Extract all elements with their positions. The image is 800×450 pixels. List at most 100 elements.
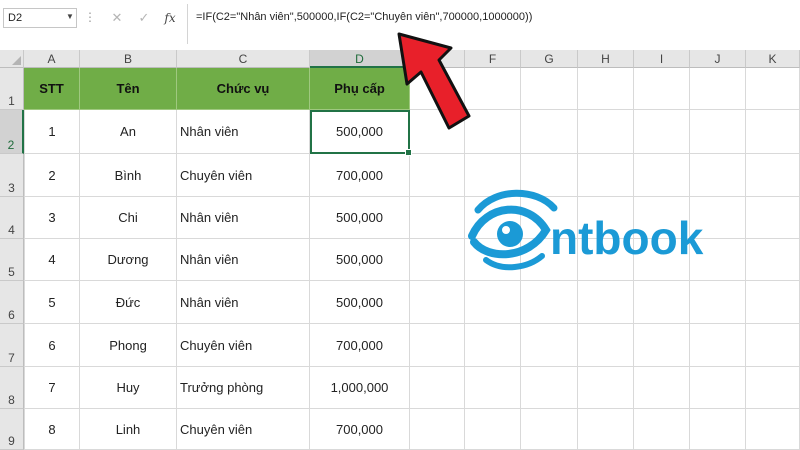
empty-cell[interactable] (410, 197, 465, 239)
cell-phu-cap[interactable]: 700,000 (310, 324, 410, 367)
row-header-3[interactable]: 3 (0, 154, 24, 197)
empty-cell[interactable] (690, 367, 746, 409)
row-header-9[interactable]: 9 (0, 409, 24, 450)
cell-stt[interactable]: 3 (24, 197, 80, 239)
empty-cell[interactable] (578, 324, 634, 367)
column-header-i[interactable]: I (634, 50, 690, 68)
empty-cell[interactable] (410, 324, 465, 367)
cell-ten[interactable]: Đức (80, 281, 177, 324)
empty-cell[interactable] (690, 110, 746, 154)
empty-cell[interactable] (634, 110, 690, 154)
column-header-k[interactable]: K (746, 50, 800, 68)
empty-cell[interactable] (690, 68, 746, 110)
cell-chuc-vu[interactable]: Trưởng phòng (177, 367, 310, 409)
cell-chuc-vu[interactable]: Nhân viên (177, 110, 310, 154)
row-header-4[interactable]: 4 (0, 197, 24, 239)
empty-cell[interactable] (634, 68, 690, 110)
select-all-corner[interactable] (0, 50, 24, 68)
cell-stt[interactable]: 4 (24, 239, 80, 281)
cell-stt[interactable]: 7 (24, 367, 80, 409)
header-chuc-vu[interactable]: Chức vụ (177, 68, 310, 110)
empty-cell[interactable] (410, 409, 465, 450)
close-icon[interactable]: ✕ (107, 8, 127, 28)
row-header-2[interactable]: 2 (0, 110, 24, 154)
empty-cell[interactable] (465, 409, 521, 450)
empty-cell[interactable] (521, 367, 578, 409)
column-header-g[interactable]: G (521, 50, 578, 68)
cell-stt[interactable]: 1 (24, 110, 80, 154)
empty-cell[interactable] (634, 324, 690, 367)
cell-phu-cap[interactable]: 700,000 (310, 409, 410, 450)
cell-chuc-vu[interactable]: Chuyên viên (177, 324, 310, 367)
chevron-down-icon[interactable]: ▼ (66, 8, 76, 26)
empty-cell[interactable] (578, 110, 634, 154)
empty-cell[interactable] (521, 324, 578, 367)
fx-icon[interactable]: fx (160, 8, 180, 28)
cell-ten[interactable]: An (80, 110, 177, 154)
empty-cell[interactable] (578, 367, 634, 409)
cell-phu-cap[interactable]: 1,000,000 (310, 367, 410, 409)
empty-cell[interactable] (634, 281, 690, 324)
empty-cell[interactable] (634, 409, 690, 450)
row-header-8[interactable]: 8 (0, 367, 24, 409)
cell-phu-cap[interactable]: 700,000 (310, 154, 410, 197)
cell-chuc-vu[interactable]: Chuyên viên (177, 409, 310, 450)
cell-chuc-vu[interactable]: Chuyên viên (177, 154, 310, 197)
cell-ten[interactable]: Huy (80, 367, 177, 409)
column-header-c[interactable]: C (177, 50, 310, 68)
cell-ten[interactable]: Chi (80, 197, 177, 239)
cell-chuc-vu[interactable]: Nhân viên (177, 239, 310, 281)
cell-phu-cap[interactable]: 500,000 (310, 197, 410, 239)
empty-cell[interactable] (690, 409, 746, 450)
empty-cell[interactable] (410, 367, 465, 409)
column-header-j[interactable]: J (690, 50, 746, 68)
cell-stt[interactable]: 5 (24, 281, 80, 324)
empty-cell[interactable] (521, 110, 578, 154)
cell-ten[interactable]: Dương (80, 239, 177, 281)
empty-cell[interactable] (465, 367, 521, 409)
row-header-1[interactable]: 1 (0, 68, 24, 110)
cell-phu-cap[interactable]: 500,000 (310, 281, 410, 324)
cell-chuc-vu[interactable]: Nhân viên (177, 281, 310, 324)
check-icon[interactable]: ✓ (134, 8, 154, 28)
header-stt[interactable]: STT (24, 68, 80, 110)
empty-cell[interactable] (410, 239, 465, 281)
empty-cell[interactable] (465, 324, 521, 367)
empty-cell[interactable] (690, 324, 746, 367)
empty-cell[interactable] (690, 281, 746, 324)
empty-cell[interactable] (410, 154, 465, 197)
column-header-a[interactable]: A (24, 50, 80, 68)
empty-cell[interactable] (746, 110, 800, 154)
column-header-b[interactable]: B (80, 50, 177, 68)
empty-cell[interactable] (465, 281, 521, 324)
formula-input[interactable]: =IF(C2="Nhân viên",500000,IF(C2="Chuyên … (187, 4, 800, 44)
empty-cell[interactable] (578, 281, 634, 324)
empty-cell[interactable] (634, 367, 690, 409)
empty-cell[interactable] (746, 154, 800, 197)
empty-cell[interactable] (410, 281, 465, 324)
empty-cell[interactable] (746, 367, 800, 409)
cell-phu-cap[interactable]: 500,000 (310, 239, 410, 281)
cell-ten[interactable]: Phong (80, 324, 177, 367)
empty-cell[interactable] (521, 409, 578, 450)
empty-cell[interactable] (578, 409, 634, 450)
empty-cell[interactable] (746, 409, 800, 450)
cell-chuc-vu[interactable]: Nhân viên (177, 197, 310, 239)
empty-cell[interactable] (746, 68, 800, 110)
row-header-6[interactable]: 6 (0, 281, 24, 324)
row-header-5[interactable]: 5 (0, 239, 24, 281)
cell-stt[interactable]: 8 (24, 409, 80, 450)
empty-cell[interactable] (578, 68, 634, 110)
cell-ten[interactable]: Linh (80, 409, 177, 450)
empty-cell[interactable] (746, 239, 800, 281)
empty-cell[interactable] (746, 324, 800, 367)
column-header-h[interactable]: H (578, 50, 634, 68)
cell-ten[interactable]: Bình (80, 154, 177, 197)
row-header-7[interactable]: 7 (0, 324, 24, 367)
header-ten[interactable]: Tên (80, 68, 177, 110)
empty-cell[interactable] (521, 281, 578, 324)
cell-stt[interactable]: 6 (24, 324, 80, 367)
empty-cell[interactable] (746, 281, 800, 324)
empty-cell[interactable] (746, 197, 800, 239)
cell-stt[interactable]: 2 (24, 154, 80, 197)
